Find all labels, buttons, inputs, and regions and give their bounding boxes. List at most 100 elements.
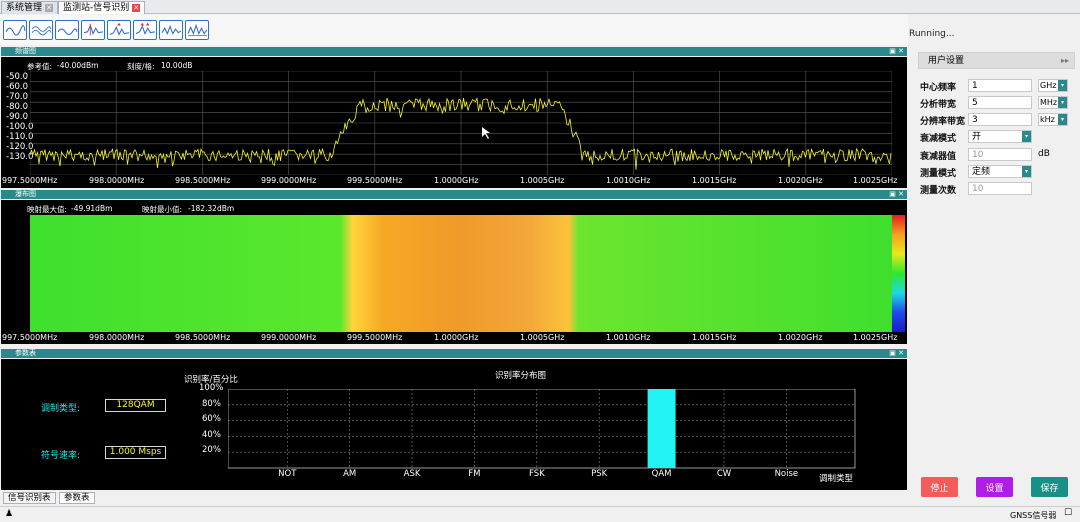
symbol-rate-value: 1.000 Msps [105, 446, 166, 459]
category-label-fm: FM [468, 469, 481, 479]
bar-qam [647, 389, 676, 468]
ref-value: -40.00dBm [57, 61, 99, 70]
section-title: 用户设置 [928, 56, 965, 66]
panel-title: 瀑布图 [15, 190, 36, 198]
wave-2-icon[interactable] [185, 20, 209, 40]
tab-system-management[interactable]: 系统管理 ✕ [1, 1, 59, 14]
atten-mode-select[interactable]: 开 ▾ [968, 130, 1032, 143]
recognition-chart [228, 389, 856, 469]
spectrum-2-icon[interactable] [29, 20, 53, 40]
param-panel-header: 参数表 ▣ ✕ [1, 349, 907, 358]
rbw-input[interactable]: 3 [968, 113, 1032, 126]
marker-icon[interactable] [107, 20, 131, 40]
tab-label: 系统管理 [6, 3, 43, 13]
user-settings-header[interactable]: 用户设置 ▸▸ [918, 52, 1075, 69]
y-tick: 100% [199, 383, 224, 393]
expand-icon[interactable]: ▸▸ [1061, 53, 1069, 69]
rbw-unit-select[interactable]: kHz ▾ [1038, 113, 1068, 126]
spectrum-grid [30, 71, 892, 175]
waterfall-panel: 映射最大值: -49.91dBm 映射最小值: -182.32dBm 997.5… [1, 200, 907, 344]
close-icon[interactable]: ✕ [45, 3, 54, 12]
stop-button[interactable]: 停止 [921, 477, 958, 497]
wave-icon[interactable] [159, 20, 183, 40]
x-tick: 1.0005GHz [520, 333, 565, 342]
map-max-label: 映射最大值: [27, 205, 68, 214]
chevron-down-icon[interactable]: ▾ [1058, 114, 1067, 125]
span-unit-select[interactable]: MHz ▾ [1038, 96, 1068, 109]
meas-mode-select[interactable]: 定频 ▾ [968, 165, 1032, 178]
meas-count-input[interactable]: 10 [968, 182, 1032, 195]
select-value: 定频 [972, 167, 991, 177]
chevron-down-icon[interactable]: ▾ [1022, 166, 1031, 177]
chevron-down-icon[interactable]: ▾ [1058, 97, 1067, 108]
map-max-value: -49.91dBm [71, 204, 113, 213]
scale-value: 10.00dB [161, 61, 193, 70]
status-bar: ♟ GNSS信号弱 ☐ [0, 506, 1080, 522]
panel-controls-icon[interactable]: ▣ ✕ [889, 190, 904, 199]
chevron-down-icon[interactable]: ▾ [1022, 131, 1031, 142]
spectrum-icon[interactable] [3, 20, 27, 40]
waterfall-heatmap[interactable] [30, 215, 892, 332]
center-freq-label: 中心频率 [920, 83, 957, 93]
waterfall-panel-header: 瀑布图 ▣ ✕ [1, 190, 907, 199]
spectrum-panel: 参考值: -40.00dBm 刻度/格: 10.00dB -50.0 -60.0… [1, 57, 907, 188]
x-tick: 997.5000MHz [2, 333, 58, 342]
y-tick: -70.0 [6, 92, 28, 102]
modulation-type-value: 128QAM [105, 399, 166, 412]
center-freq-input[interactable]: 1 [968, 79, 1032, 92]
x-tick: 998.0000MHz [89, 333, 145, 342]
close-icon[interactable]: ✕ [132, 3, 141, 12]
save-button[interactable]: 保存 [1031, 477, 1068, 497]
chevron-down-icon[interactable]: ▾ [1058, 80, 1067, 91]
map-min-label: 映射最小值: [142, 205, 183, 214]
spectrum-trace [30, 97, 892, 170]
x-tick: 1.0000GHz [434, 176, 479, 185]
y-tick: 20% [202, 445, 221, 455]
x-tick: 999.5000MHz [347, 333, 403, 342]
cursor-icon [482, 127, 490, 139]
message-icon[interactable]: ☐ [1064, 508, 1072, 518]
map-min-value: -182.32dBm [188, 204, 235, 213]
category-label-not: NOT [278, 469, 297, 479]
tab-signal-recognition[interactable]: 监测站-信号识别 ✕ [58, 1, 146, 14]
marker-2-icon[interactable] [133, 20, 157, 40]
atten-value-label: 衰减器值 [920, 152, 957, 162]
running-status: Running... [909, 29, 955, 39]
unit-value: MHz [1040, 98, 1058, 107]
user-icon: ♟ [5, 509, 14, 519]
colorbar [892, 215, 905, 332]
x-tick: 999.0000MHz [261, 333, 317, 342]
category-label-ask: ASK [403, 469, 421, 479]
x-tick: 1.0025GHz [853, 333, 898, 342]
spectrum-plot[interactable] [30, 71, 892, 175]
tab-signal-table[interactable]: 信号识别表 [3, 492, 56, 504]
set-button[interactable]: 设置 [976, 477, 1013, 497]
atten-value-input[interactable]: 10 [968, 148, 1032, 161]
meas-mode-label: 测量模式 [920, 169, 957, 179]
unit-value: GHz [1040, 81, 1057, 90]
span-input[interactable]: 5 [968, 96, 1032, 109]
y-tick: -100.0 [6, 122, 34, 132]
x-tick: 1.0015GHz [692, 176, 737, 185]
y-tick: 80% [202, 399, 221, 409]
panel-controls-icon[interactable]: ▣ ✕ [889, 349, 904, 358]
tab-param-table[interactable]: 参数表 [59, 492, 95, 504]
panel-title: 频谱图 [15, 47, 36, 55]
center-freq-unit-select[interactable]: GHz ▾ [1038, 79, 1068, 92]
panel-title: 参数表 [15, 349, 36, 357]
panel-controls-icon[interactable]: ▣ ✕ [889, 47, 904, 56]
meas-count-label: 测量次数 [920, 186, 957, 196]
x-tick: 1.0020GHz [778, 333, 823, 342]
spectrum-3-icon[interactable] [55, 20, 79, 40]
toolbar [0, 15, 908, 45]
category-label-fsk: FSK [528, 469, 545, 479]
category-label-qam: QAM [651, 469, 672, 479]
x-tick: 998.5000MHz [175, 333, 231, 342]
y-tick: -50.0 [6, 72, 28, 82]
x-tick: 998.5000MHz [175, 176, 231, 185]
category-label-noise: Noise [774, 469, 799, 479]
peak-icon[interactable] [81, 20, 105, 40]
x-tick: 1.0005GHz [520, 176, 565, 185]
y-tick: 40% [202, 430, 221, 440]
x-tick: 1.0000GHz [434, 333, 479, 342]
